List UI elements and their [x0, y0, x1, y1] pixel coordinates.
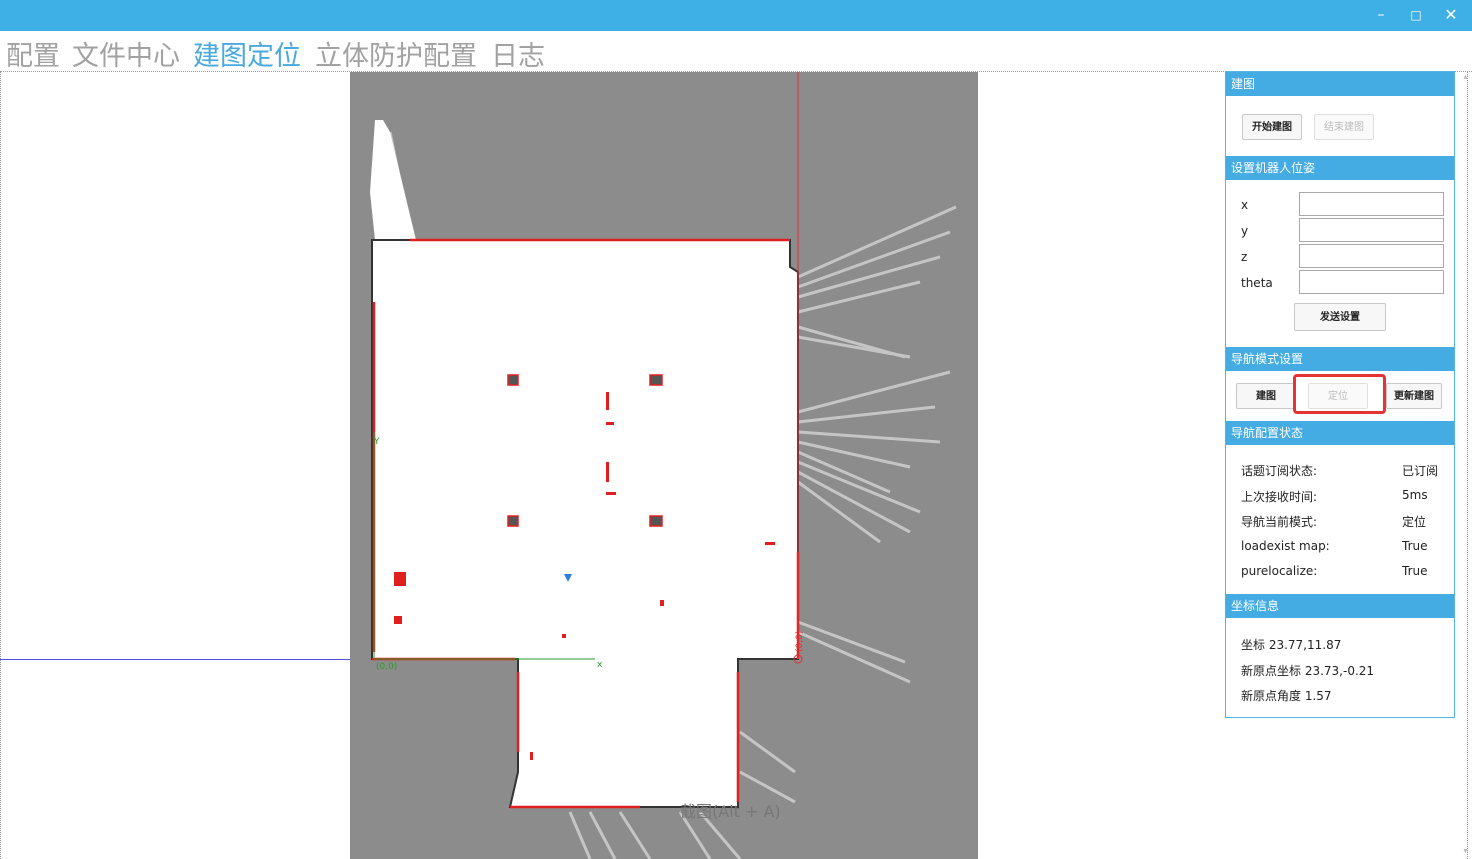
scroll-down-icon[interactable]: ▼: [1462, 848, 1469, 855]
nav-tab-mapping-localization[interactable]: 建图定位: [193, 34, 301, 73]
status-key: purelocalize:: [1241, 564, 1318, 578]
send-pose-button[interactable]: 发送设置: [1294, 303, 1386, 331]
map-free-space: [371, 239, 799, 808]
top-nav: 配置 文件中心 建图定位 立体防护配置 日志: [0, 31, 1472, 72]
status-key: 话题订阅状态:: [1241, 464, 1318, 478]
new-origin-coord: 新原点坐标 23.73,-0.21: [1241, 664, 1375, 678]
section-pose-title: 设置机器人位姿: [1226, 156, 1454, 180]
mode-map-button[interactable]: 建图: [1236, 383, 1296, 409]
end-mapping-button[interactable]: 结束建图: [1314, 114, 1374, 140]
start-mapping-button[interactable]: 开始建图: [1242, 114, 1302, 140]
status-value: True: [1402, 539, 1428, 553]
status-key: 上次接收时间:: [1241, 490, 1318, 504]
pose-x-label: x: [1241, 198, 1249, 212]
section-nav-status-title: 导航配置状态: [1226, 421, 1454, 445]
nav-tab-3d-protection[interactable]: 立体防护配置: [315, 34, 477, 73]
section-mapping-title: 建图: [1226, 72, 1454, 96]
pose-theta-label: theta: [1241, 276, 1273, 290]
pose-z-label: z: [1241, 250, 1248, 264]
nav-tab-file-center[interactable]: 文件中心: [72, 34, 180, 73]
occupancy-map[interactable]: (0,0) x Y (0,0): [350, 72, 978, 859]
pose-theta-input[interactable]: [1299, 270, 1444, 294]
status-value: 5ms: [1402, 488, 1428, 502]
status-value: True: [1402, 564, 1428, 578]
map-free-spike: [370, 120, 416, 240]
axis-y-label: Y: [373, 437, 380, 447]
close-icon[interactable]: ✕: [1440, 4, 1462, 26]
axis-x-label: x: [597, 660, 603, 670]
origin-label: (0,0): [376, 662, 397, 672]
scroll-up-icon[interactable]: ▲: [1462, 74, 1469, 81]
mode-update-map-button[interactable]: 更新建图: [1386, 383, 1442, 409]
new-origin-angle: 新原点角度 1.57: [1241, 689, 1332, 703]
mode-locate-button[interactable]: 定位: [1308, 383, 1368, 409]
coord-value: 坐标 23.77,11.87: [1241, 638, 1342, 652]
status-value: 已订阅: [1402, 464, 1439, 478]
pose-z-input[interactable]: [1299, 244, 1444, 268]
new-origin-label: (0,0): [795, 631, 805, 652]
control-panel: 建图 开始建图 结束建图 设置机器人位姿 x y z theta 发送设置 导航…: [1225, 71, 1455, 718]
minimize-icon[interactable]: –: [1370, 4, 1392, 26]
status-key: loadexist map:: [1241, 539, 1330, 553]
title-bar: – □ ✕: [0, 0, 1472, 31]
pose-y-label: y: [1241, 224, 1249, 238]
screenshot-tooltip: 截图(Alt + A): [680, 802, 781, 821]
section-coord-title: 坐标信息: [1226, 594, 1454, 618]
pose-y-input[interactable]: [1299, 218, 1444, 242]
maximize-icon[interactable]: □: [1405, 4, 1427, 26]
section-nav-mode-title: 导航模式设置: [1226, 347, 1454, 371]
status-value: 定位: [1402, 515, 1427, 529]
pose-x-input[interactable]: [1299, 192, 1444, 216]
status-key: 导航当前模式:: [1241, 515, 1318, 529]
map-canvas: (0,0) x Y (0,0): [370, 72, 957, 859]
nav-tab-config[interactable]: 配置: [6, 34, 60, 73]
nav-tab-log[interactable]: 日志: [491, 34, 545, 73]
